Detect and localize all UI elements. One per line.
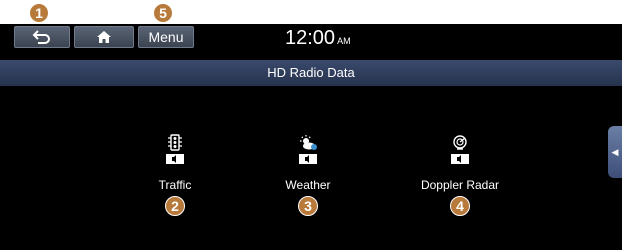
chevron-left-icon: ◀ bbox=[611, 146, 619, 157]
weather-icon bbox=[299, 135, 317, 164]
side-panel-tab[interactable]: ◀ bbox=[608, 126, 622, 178]
back-arrow-icon bbox=[32, 30, 50, 44]
callout-3: 3 bbox=[298, 196, 318, 216]
weather-label: Weather bbox=[285, 178, 331, 192]
callout-1: 1 bbox=[29, 3, 49, 23]
traffic-label: Traffic bbox=[158, 178, 192, 192]
callout-5: 5 bbox=[153, 3, 173, 23]
callout-2: 2 bbox=[165, 196, 185, 216]
doppler-radar-item[interactable]: Doppler Radar 4 bbox=[400, 134, 520, 224]
back-button[interactable] bbox=[14, 26, 70, 48]
hd-radio-screen: Menu 12:00 AM HD Radio Data Traffic 2 Wea… bbox=[0, 24, 622, 250]
callout-4: 4 bbox=[450, 196, 470, 216]
status-bar: Menu 12:00 AM bbox=[0, 24, 622, 52]
doppler-radar-icon bbox=[451, 135, 469, 164]
menu-button[interactable]: Menu bbox=[138, 26, 194, 48]
traffic-item[interactable]: Traffic 2 bbox=[115, 134, 235, 224]
page-title: HD Radio Data bbox=[0, 60, 622, 86]
doppler-radar-label: Doppler Radar bbox=[420, 178, 500, 192]
home-button[interactable] bbox=[74, 26, 134, 48]
clock: 12:00 AM bbox=[285, 26, 351, 53]
weather-item[interactable]: Weather 3 bbox=[248, 134, 368, 224]
clock-ampm: AM bbox=[337, 36, 351, 46]
clock-time: 12:00 bbox=[285, 27, 336, 49]
home-icon bbox=[97, 31, 111, 43]
traffic-light-icon bbox=[166, 134, 184, 164]
